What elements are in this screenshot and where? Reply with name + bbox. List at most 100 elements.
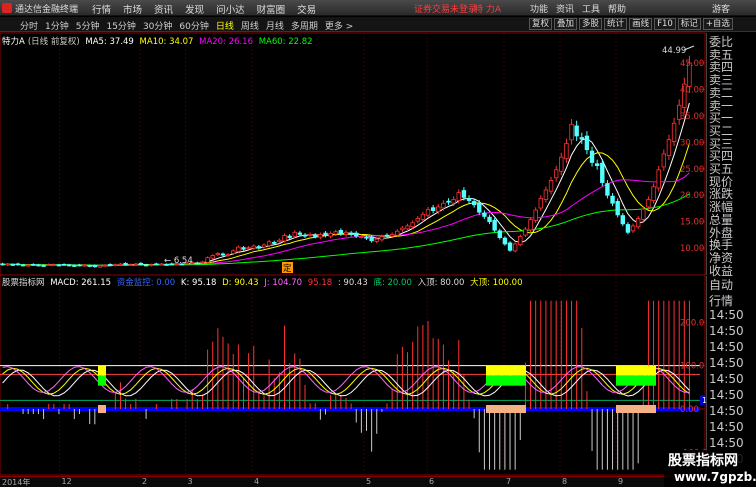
candle-body	[389, 234, 395, 237]
candle-body	[528, 219, 533, 231]
candle-body	[143, 264, 149, 267]
candle-body	[282, 235, 287, 242]
candle-body	[97, 265, 103, 268]
quote-panel: 委比 卖五 卖四 卖三 卖二 卖一 买一 买二 买三 买四 买五 现价 涨跌 涨幅 总量 外盘 换手 净资 收益	[706, 33, 756, 278]
side-panel-label: 自动	[709, 278, 734, 292]
candle-body	[41, 265, 46, 267]
kline-chart[interactable]: 45.00 40.00 35.00 30.00 25.00 20.00 15.00 10.00…	[0, 0, 706, 476]
candle-body	[72, 265, 77, 267]
candle-body	[292, 231, 297, 237]
candle-body	[477, 202, 482, 213]
candle-body	[523, 228, 528, 236]
indicator-side-panel: 自动 行情 14:50 14:50 14:50 14:50 14:50 14:50 14:50 1…	[706, 276, 756, 476]
candle-body	[487, 216, 492, 223]
candle-body	[589, 150, 595, 163]
candle-body	[369, 236, 374, 242]
candle-body	[615, 201, 620, 216]
min-price-label: ← 6.54	[164, 256, 193, 266]
indicator-panel	[0, 300, 706, 470]
indicator-tick-label: 200.0	[680, 318, 704, 328]
candle-body	[297, 232, 303, 235]
candle-body	[302, 234, 308, 237]
candle-body	[364, 236, 369, 239]
price-tick-label: 45.00	[680, 59, 704, 69]
indicator-name[interactable]: 股票指标网	[2, 278, 45, 288]
date-tick-label: 12	[61, 477, 72, 486]
candle-body	[318, 234, 323, 238]
signal-block-bottom	[98, 405, 106, 413]
candle-body	[553, 169, 559, 179]
candle-body	[441, 202, 446, 209]
candle-body	[92, 265, 98, 268]
price-tick-label: 35.00	[680, 112, 704, 122]
side-panel-label: 14:50	[709, 372, 744, 386]
candle-body	[492, 219, 497, 231]
candle-body	[538, 198, 543, 209]
candle-body	[395, 230, 400, 236]
signal-block-bottom	[616, 405, 656, 413]
candle-body	[559, 156, 564, 172]
candle-body	[456, 192, 461, 201]
candle-body	[149, 264, 154, 266]
candle-body	[220, 253, 226, 256]
legend-ma10: MA10: 34.07	[139, 37, 194, 47]
candle-body	[246, 247, 251, 250]
signal-block-top	[616, 365, 656, 376]
candle-body	[625, 224, 631, 233]
candle-body	[200, 261, 205, 264]
candle-body	[205, 257, 210, 263]
candle-body	[518, 236, 523, 245]
candle-body	[543, 189, 549, 200]
candle-body	[641, 208, 646, 220]
price-tick-label: 15.00	[680, 218, 704, 228]
candle-body	[630, 225, 636, 232]
price-tick-label: 10.00	[680, 244, 704, 254]
side-panel-label: 14:50	[709, 356, 744, 370]
max-price-label: 44.99	[662, 46, 686, 56]
candle-body	[635, 218, 641, 228]
add-watchlist-button[interactable]: +自选	[702, 18, 733, 30]
legend-ma5: MA5: 37.49	[85, 37, 134, 47]
candle-body	[46, 264, 51, 266]
side-panel-label: 14:50	[709, 340, 744, 354]
candle-body	[379, 236, 385, 241]
date-tick-label: 7	[506, 477, 512, 486]
candle-body	[0, 263, 5, 266]
date-tick-label: 2014年	[2, 478, 31, 487]
candle-body	[251, 245, 256, 249]
candle-body	[497, 230, 502, 238]
price-tick-label: 25.00	[680, 165, 704, 175]
guest-login[interactable]: 游客	[712, 2, 730, 15]
candle-body	[210, 255, 215, 259]
candle-body	[333, 231, 338, 235]
legend-mode: (日线 前复权)	[27, 37, 80, 47]
legend-ma60: MA60: 22.82	[258, 37, 313, 47]
candle-body	[231, 250, 236, 254]
candle-body	[420, 213, 426, 220]
candle-body	[272, 242, 277, 244]
candle-body	[548, 180, 554, 192]
candle-body	[564, 142, 569, 160]
candle-body	[415, 218, 420, 222]
candle-body	[25, 264, 31, 267]
candle-body	[5, 263, 10, 266]
watermark-url: www.7gpzb.com	[674, 470, 756, 484]
legend-big-top: 大顶: 100.00	[470, 278, 523, 288]
signal-block-mid	[616, 375, 656, 386]
legend-j: J: 104.70	[264, 278, 303, 288]
candle-body	[569, 123, 574, 141]
legend-k: K: 95.18	[180, 278, 217, 288]
ma20-line	[2, 172, 690, 266]
watermark: 股票指标网 www.7gpzb.com	[664, 450, 756, 487]
date-tick-label: 9	[618, 477, 624, 486]
candle-body	[123, 262, 128, 265]
candle-body	[338, 230, 344, 235]
candle-body	[646, 199, 651, 208]
candle-body	[584, 135, 590, 151]
date-tick-label: 4	[254, 477, 260, 486]
candle-body	[651, 186, 656, 202]
price-axis: 45.00 40.00 35.00 30.00 25.00 20.00 15.00 10.00	[680, 59, 705, 254]
candle-body	[128, 264, 133, 266]
candle-body	[61, 263, 67, 266]
candle-body	[594, 163, 600, 166]
